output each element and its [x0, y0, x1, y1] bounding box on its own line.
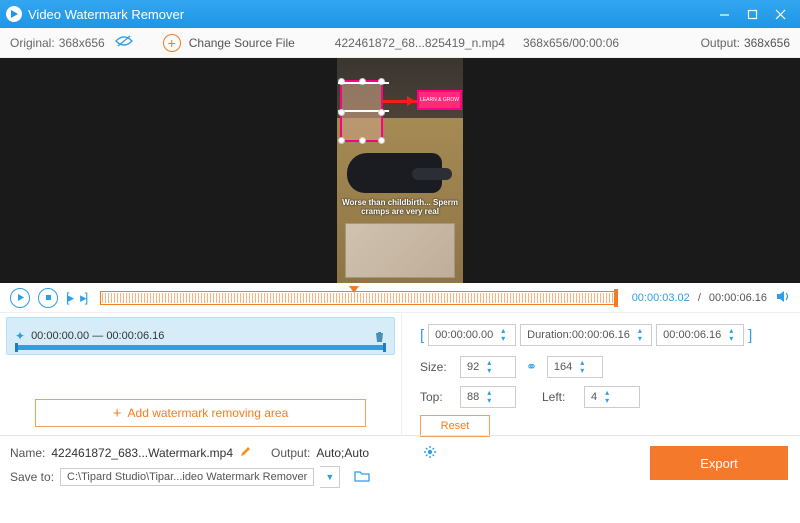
- name-label: Name:: [10, 446, 45, 460]
- add-watermark-label: Add watermark removing area: [128, 406, 289, 420]
- volume-icon[interactable]: [775, 289, 790, 307]
- size-height-input[interactable]: 164▴▾: [547, 356, 603, 378]
- size-label: Size:: [420, 360, 454, 374]
- params-pane: [ 00:00:00.00▴▾ Duration:00:00:06.16▴▾ 0…: [402, 313, 800, 435]
- set-out-button[interactable]: ▸]: [80, 290, 86, 306]
- start-time-input[interactable]: 00:00:00.00▴▾: [428, 324, 516, 346]
- video-caption: Worse than childbirth... Sperm cramps ar…: [341, 198, 459, 216]
- output-fmt-value: Auto;Auto: [316, 446, 369, 460]
- top-input[interactable]: 88▴▾: [460, 386, 516, 408]
- add-watermark-area-button[interactable]: + Add watermark removing area: [35, 399, 366, 427]
- minimize-button[interactable]: [710, 4, 738, 24]
- mid-panels: ✦ 00:00:00.00 — 00:00:06.16 + Add waterm…: [0, 313, 800, 435]
- delete-segment-button[interactable]: [373, 330, 386, 343]
- video-preview[interactable]: Worse than childbirth... Sperm cramps ar…: [0, 58, 800, 283]
- source-dims-time: 368x656/00:00:06: [523, 36, 619, 50]
- stop-button[interactable]: [38, 288, 58, 308]
- output-settings-button[interactable]: [423, 445, 437, 462]
- change-source-button[interactable]: + Change Source File: [163, 34, 295, 52]
- arrow-icon: [382, 100, 418, 103]
- segments-pane: ✦ 00:00:00.00 — 00:00:06.16 + Add waterm…: [0, 313, 402, 435]
- segment-end: 00:00:06.16: [106, 330, 164, 342]
- left-label: Left:: [542, 390, 578, 404]
- playhead-icon[interactable]: [349, 286, 359, 298]
- close-button[interactable]: [766, 4, 794, 24]
- watermark-target-box: LEARN & GROW: [417, 90, 462, 110]
- timeline-track[interactable]: [100, 291, 617, 305]
- open-folder-button[interactable]: [354, 469, 370, 485]
- export-button[interactable]: Export: [650, 446, 788, 480]
- change-source-label: Change Source File: [189, 36, 295, 50]
- size-width-input[interactable]: 92▴▾: [460, 356, 516, 378]
- left-input[interactable]: 4▴▾: [584, 386, 640, 408]
- top-label: Top:: [420, 390, 454, 404]
- transport-bar: [▸ ▸] 00:00:03.02/00:00:06.16: [0, 283, 800, 313]
- app-title: Video Watermark Remover: [28, 7, 184, 22]
- segment-item[interactable]: ✦ 00:00:00.00 — 00:00:06.16: [6, 317, 395, 355]
- output-value: 368x656: [744, 36, 790, 50]
- name-value: 422461872_683...Watermark.mp4: [51, 446, 233, 460]
- play-button[interactable]: [10, 288, 30, 308]
- timecode-total: 00:00:06.16: [709, 292, 767, 304]
- output-fmt-label: Output:: [271, 446, 310, 460]
- maximize-button[interactable]: [738, 4, 766, 24]
- plus-icon: +: [163, 34, 181, 52]
- edit-name-button[interactable]: [239, 446, 251, 461]
- timecode-current: 00:00:03.02: [632, 292, 690, 304]
- source-filename: 422461872_68...825419_n.mp4: [335, 36, 505, 50]
- spinner-down-icon: ▾: [497, 335, 509, 343]
- save-path-input[interactable]: C:\Tipard Studio\Tipar...ideo Watermark …: [60, 468, 314, 486]
- plus-icon: +: [113, 405, 122, 422]
- save-path-dropdown[interactable]: ▼: [320, 466, 340, 488]
- segment-start: 00:00:00.00: [31, 330, 89, 342]
- segment-range-bar[interactable]: [15, 345, 386, 350]
- end-time-input[interactable]: 00:00:06.16▴▾: [656, 324, 744, 346]
- set-in-button[interactable]: [▸: [66, 290, 72, 306]
- segment-pin-icon: ✦: [15, 329, 25, 343]
- save-to-label: Save to:: [10, 470, 54, 484]
- bracket-left-icon[interactable]: [: [420, 327, 424, 344]
- preview-toggle-icon[interactable]: [115, 35, 133, 50]
- duration-input[interactable]: Duration:00:00:06.16▴▾: [520, 324, 652, 346]
- link-aspect-icon[interactable]: ⚭: [526, 359, 537, 375]
- original-label: Original:: [10, 36, 55, 50]
- footer: Name: 422461872_683...Watermark.mp4 Outp…: [0, 435, 800, 496]
- reset-button[interactable]: Reset: [420, 415, 490, 437]
- output-label: Output:: [701, 36, 740, 50]
- bracket-right-icon[interactable]: ]: [748, 327, 752, 344]
- titlebar: Video Watermark Remover: [0, 0, 800, 28]
- app-logo: [6, 6, 22, 22]
- watermark-selection-box[interactable]: [340, 80, 383, 142]
- original-value: 368x656: [59, 36, 105, 50]
- toolbar: Original: 368x656 + Change Source File 4…: [0, 28, 800, 58]
